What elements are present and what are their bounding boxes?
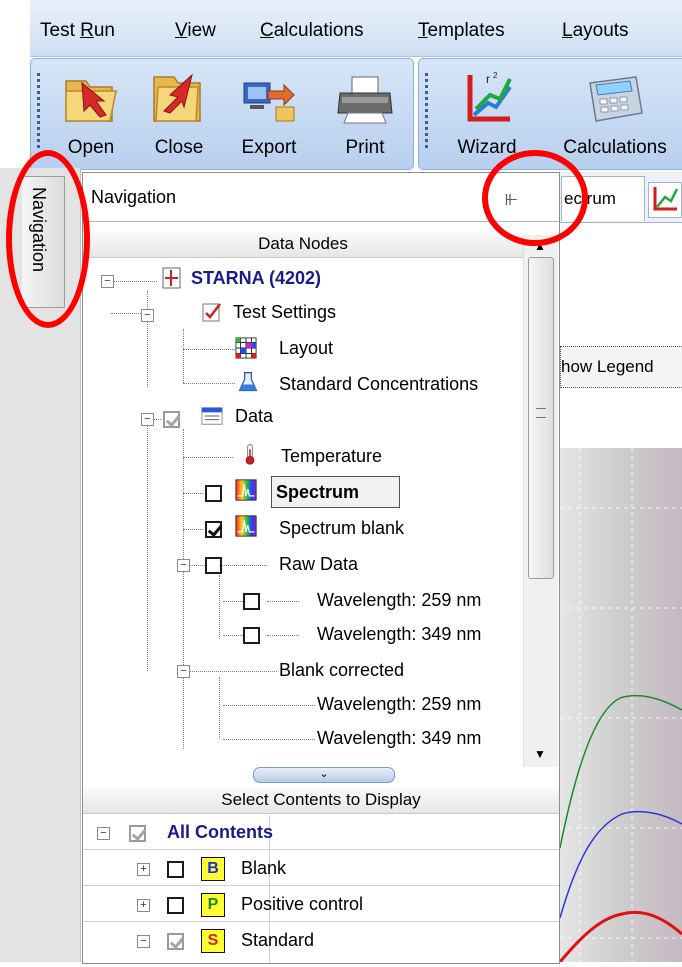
- contents-blank[interactable]: Blank: [241, 851, 286, 885]
- checklist-icon: [202, 303, 221, 322]
- menu-layouts[interactable]: Layouts: [562, 20, 629, 42]
- crosshair-doc-icon: [162, 267, 181, 289]
- chevron-down-icon: ⌄: [319, 768, 329, 780]
- tab-chart[interactable]: [648, 182, 682, 218]
- series-red-line: [558, 910, 682, 963]
- tree-node-bc-wavelength-259[interactable]: Wavelength: 259 nm: [317, 687, 481, 721]
- open-button[interactable]: Open: [49, 65, 133, 163]
- tree-node-bc-wavelength-349[interactable]: Wavelength: 349 nm: [317, 721, 481, 755]
- spectrum-icon: [235, 479, 257, 501]
- tree-collapse-root[interactable]: −: [101, 275, 114, 288]
- contents-positive-control[interactable]: Positive control: [241, 887, 363, 921]
- menu-view[interactable]: View: [175, 20, 216, 42]
- data-nodes-header[interactable]: Data Nodes: [83, 231, 523, 258]
- file-toolbar: Open Close Export Print: [30, 58, 414, 170]
- tree-scrollbar[interactable]: ▲ ▼: [523, 235, 558, 767]
- contents-expand-positive[interactable]: +: [137, 899, 150, 912]
- printer-icon: [337, 76, 393, 124]
- menu-calculations[interactable]: Calculations: [260, 20, 364, 42]
- checkbox-raw-wavelength-349[interactable]: [243, 627, 260, 644]
- wizard-button[interactable]: r 2 Wizard: [445, 65, 529, 163]
- close-button[interactable]: Close: [141, 65, 217, 163]
- checkbox-all-contents[interactable]: [129, 825, 146, 842]
- tree-collapse-data[interactable]: −: [141, 413, 154, 426]
- flask-icon: [238, 372, 258, 392]
- grip-lines-icon: [536, 408, 546, 418]
- standard-badge: S: [201, 929, 225, 953]
- toolbar-grip-2[interactable]: [425, 73, 428, 151]
- spectrum-blank-icon: [235, 515, 257, 537]
- checkbox-raw-wavelength-259[interactable]: [243, 593, 260, 610]
- layout-grid-icon: [235, 337, 257, 359]
- print-button[interactable]: Print: [325, 65, 405, 163]
- svg-text:r: r: [486, 72, 490, 86]
- tree-node-raw-data[interactable]: Raw Data: [279, 547, 358, 581]
- tree-node-raw-wavelength-259[interactable]: Wavelength: 259 nm: [317, 583, 481, 617]
- toolbar-grip[interactable]: [37, 73, 40, 151]
- checkbox-data[interactable]: [163, 411, 180, 428]
- contents-collapse-standard[interactable]: −: [137, 935, 150, 948]
- close-folder-icon: [153, 73, 201, 122]
- menu-bar: Test Run View Calculations Templates Lay…: [30, 0, 682, 57]
- show-legend-button[interactable]: how Legend: [560, 346, 682, 388]
- panel-splitter[interactable]: ⌄: [253, 767, 395, 783]
- spectrum-plot: [558, 448, 682, 963]
- checkbox-positive-control[interactable]: [167, 897, 184, 914]
- tree-node-raw-wavelength-349[interactable]: Wavelength: 349 nm: [317, 617, 481, 651]
- calculator-icon: [589, 76, 643, 122]
- export-button[interactable]: Export: [223, 65, 315, 163]
- menu-templates[interactable]: Templates: [418, 20, 505, 42]
- checkbox-blank[interactable]: [167, 861, 184, 878]
- contents-all[interactable]: All Contents: [167, 815, 273, 849]
- contents-expand-blank[interactable]: +: [137, 863, 150, 876]
- tree-collapse-blank-corrected[interactable]: −: [177, 665, 190, 678]
- contents-standard[interactable]: Standard: [241, 923, 314, 957]
- checkbox-raw-data[interactable]: [205, 557, 222, 574]
- tree-collapse-test-settings[interactable]: −: [141, 309, 154, 322]
- positive-badge: P: [201, 893, 225, 917]
- menu-test-run[interactable]: Test Run: [40, 20, 115, 42]
- select-contents-header[interactable]: Select Contents to Display: [83, 787, 559, 814]
- contents-collapse-all[interactable]: −: [97, 827, 110, 840]
- tree-collapse-raw-data[interactable]: −: [177, 559, 190, 572]
- export-icon: [243, 82, 295, 122]
- scroll-down-arrow-icon[interactable]: ▼: [534, 747, 546, 761]
- blank-badge: B: [201, 857, 225, 881]
- data-table-icon: [201, 407, 223, 425]
- open-folder-icon: [65, 80, 117, 122]
- navigation-panel: Navigation ⫦ Data Nodes − STARNA (4202) …: [82, 172, 560, 964]
- chart-tab-icon: [653, 187, 679, 211]
- tree-node-blank-corrected[interactable]: Blank corrected: [279, 653, 404, 687]
- checkbox-spectrum-blank[interactable]: [205, 521, 222, 538]
- checkbox-standard[interactable]: [167, 933, 184, 950]
- svg-text:2: 2: [493, 71, 498, 80]
- checkbox-spectrum[interactable]: [205, 485, 222, 502]
- calculations-button[interactable]: Calculations: [535, 65, 682, 163]
- annotation-circle-pin: [482, 150, 588, 246]
- spectrum-chart: [558, 448, 682, 963]
- wizard-icon: r 2: [467, 71, 512, 122]
- scrollbar-thumb[interactable]: [528, 257, 554, 579]
- thermometer-icon: [245, 444, 255, 465]
- annotation-circle-side-tab: [6, 150, 90, 328]
- navigation-panel-title: Navigation: [91, 187, 177, 207]
